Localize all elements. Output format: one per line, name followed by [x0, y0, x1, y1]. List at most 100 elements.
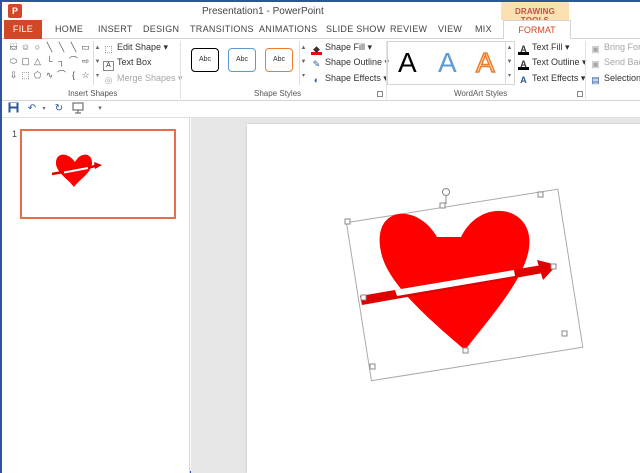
resize-handle[interactable] — [360, 294, 367, 301]
slide-editing-area — [191, 118, 640, 473]
merge-shapes-button[interactable]: ◎Merge Shapes ▾ — [103, 73, 183, 85]
scroll-down-icon[interactable]: ▼ — [94, 55, 101, 69]
curve-shape-icon[interactable]: ⌒ — [68, 56, 79, 67]
resize-handle[interactable] — [550, 263, 557, 270]
text-outline-button[interactable]: A Text Outline ▾ — [518, 57, 587, 70]
window-title: Presentation1 - PowerPoint — [202, 6, 324, 17]
shape-styles-dialog-launcher-icon[interactable] — [377, 91, 383, 97]
edit-shape-button[interactable]: ⬚ Edit Shape ▾ — [103, 42, 168, 54]
shape-style-swatch[interactable]: Abc — [228, 48, 256, 72]
text-outline-icon: A — [518, 59, 529, 70]
scroll-up-icon[interactable]: ▲ — [506, 41, 513, 55]
rotation-handle-icon[interactable] — [442, 188, 450, 196]
left-brace-shape-icon[interactable]: { — [68, 70, 79, 81]
resize-handle[interactable] — [439, 202, 446, 209]
curve-shape-icon[interactable]: ∿ — [44, 70, 55, 81]
tab-review[interactable]: REVIEW — [390, 24, 427, 34]
circle-shape-icon[interactable]: ○ — [32, 42, 43, 53]
shape-style-swatch[interactable]: Abc — [191, 48, 219, 72]
text-fill-button[interactable]: A Text Fill ▾ — [518, 42, 570, 55]
shape-outline-button[interactable]: ✎Shape Outline ▾ — [311, 57, 389, 69]
powerpoint-app-icon[interactable]: P — [8, 4, 22, 18]
triangle-shape-icon[interactable]: △ — [32, 56, 43, 67]
text-outline-label: Text Outline — [532, 57, 580, 67]
smiley-shape-icon[interactable]: ☺ — [20, 42, 31, 53]
elbow-connector-shape-icon[interactable]: └ — [44, 56, 55, 67]
star-shape-icon[interactable]: ☆ — [80, 70, 91, 81]
selection-pane-icon: ▤ — [591, 75, 600, 85]
wordart-gallery-scroll[interactable]: ▲ ▼ ▾ — [505, 41, 513, 85]
tab-slide-show[interactable]: SLIDE SHOW — [326, 24, 386, 34]
right-arrow-shape-icon[interactable]: ⇨ — [80, 56, 91, 67]
resize-handle[interactable] — [537, 191, 544, 198]
tab-transitions[interactable]: TRANSITIONS — [190, 24, 254, 34]
shape-styles-group-label: Shape Styles — [254, 89, 302, 98]
tab-file[interactable]: FILE — [4, 20, 42, 39]
selection-pane-button[interactable]: ▤ Selection — [590, 73, 640, 85]
text-effects-label: Text Effects — [532, 73, 579, 83]
wordart-style-blue[interactable]: A — [438, 47, 457, 79]
shape-fill-button[interactable]: ◆ Shape Fill ▾ — [311, 42, 372, 55]
arrow-head[interactable] — [537, 260, 557, 280]
shape-style-swatch[interactable]: Abc — [265, 48, 293, 72]
wordart-gallery[interactable]: A A A — [387, 41, 515, 85]
gallery-more-icon[interactable]: ▾ — [300, 69, 307, 83]
scroll-down-icon[interactable]: ▼ — [300, 55, 307, 69]
line-shape-icon[interactable]: ╲ — [44, 42, 55, 53]
wordart-styles-group-label: WordArt Styles — [454, 89, 508, 98]
line-shape-icon[interactable]: ╲ — [68, 42, 79, 53]
elbow-connector-shape-icon[interactable]: ┐ — [56, 56, 67, 67]
thumbnail-arrowhead — [94, 162, 102, 169]
resize-handle[interactable] — [561, 330, 568, 337]
line-shape-icon[interactable]: ╲ — [56, 42, 67, 53]
wordart-style-black[interactable]: A — [398, 47, 417, 79]
pentagon-shape-icon[interactable]: ⬠ — [32, 70, 43, 81]
start-from-beginning-icon[interactable] — [72, 102, 84, 116]
bring-forward-button[interactable]: ▣ Bring For — [590, 42, 640, 54]
tab-home[interactable]: HOME — [55, 24, 83, 34]
send-backward-button[interactable]: ▣ Send Bac — [590, 57, 640, 69]
save-icon[interactable] — [7, 102, 19, 116]
text-box-label: Text Box — [117, 57, 152, 67]
undo-dropdown-icon[interactable]: ▾ — [38, 102, 50, 116]
tab-animations[interactable]: ANIMATIONS — [259, 24, 317, 34]
resize-handle[interactable] — [344, 218, 351, 225]
heart-shape-icon[interactable]: ♡ — [8, 42, 19, 53]
scroll-up-icon[interactable]: ▲ — [300, 41, 307, 55]
undo-icon[interactable]: ↶ — [26, 102, 38, 116]
text-effects-button[interactable]: A Text Effects ▾ — [518, 73, 585, 85]
shape-styles-gallery-scroll[interactable]: ▲ ▼ ▾ — [299, 41, 307, 85]
slide-canvas[interactable] — [247, 124, 640, 473]
resize-handle[interactable] — [369, 363, 376, 370]
rectangle-shape-icon[interactable]: ▭ — [80, 42, 91, 53]
tab-insert[interactable]: INSERT — [98, 24, 133, 34]
wordart-style-orange-outline[interactable]: A — [475, 46, 495, 79]
customize-toolbar-icon[interactable]: ▾ — [94, 102, 106, 116]
tab-view[interactable]: VIEW — [438, 24, 462, 34]
scroll-down-icon[interactable]: ▼ — [506, 55, 513, 69]
tab-design[interactable]: DESIGN — [143, 24, 179, 34]
shapes-gallery-scroll[interactable]: ▲ ▼ ▾ — [93, 41, 101, 85]
group-divider — [180, 41, 181, 99]
slide-thumbnail[interactable] — [20, 129, 176, 219]
redo-icon[interactable]: ↻ — [53, 102, 65, 116]
tab-mix[interactable]: MIX — [475, 24, 492, 34]
arc-shape-icon[interactable]: ⌒ — [56, 70, 67, 81]
text-fill-label: Text Fill — [532, 42, 563, 52]
resize-handle[interactable] — [462, 347, 469, 354]
gallery-more-icon[interactable]: ▾ — [506, 69, 513, 83]
shapes-gallery[interactable]: ▭ ♡ ☺ ○ ╲ ╲ ╲ ▭ ⬭ ▢ △ └ ┐ ⌒ ⇨ ⇩ ⬚ ⬠ ∿ ⌒ … — [8, 41, 94, 85]
oval-shape-icon[interactable]: ⬭ — [8, 56, 19, 67]
send-backward-icon: ▣ — [591, 59, 600, 69]
pencil-icon: ✎ — [312, 59, 321, 69]
rounded-rectangle-shape-icon[interactable]: ▢ — [20, 56, 31, 67]
callout-shape-icon[interactable]: ⬚ — [20, 70, 31, 81]
tab-format[interactable]: FORMAT — [503, 20, 571, 40]
ribbon: ▭ ♡ ☺ ○ ╲ ╲ ╲ ▭ ⬭ ▢ △ └ ┐ ⌒ ⇨ ⇩ ⬚ ⬠ ∿ ⌒ … — [2, 39, 640, 101]
wordart-styles-dialog-launcher-icon[interactable] — [577, 91, 583, 97]
shape-effects-button[interactable]: ◐ Shape Effects ▾ — [311, 73, 388, 85]
gallery-more-icon[interactable]: ▾ — [94, 69, 101, 83]
scroll-up-icon[interactable]: ▲ — [94, 41, 101, 55]
down-arrow-shape-icon[interactable]: ⇩ — [8, 70, 19, 81]
text-box-button[interactable]: A Text Box — [103, 57, 152, 71]
